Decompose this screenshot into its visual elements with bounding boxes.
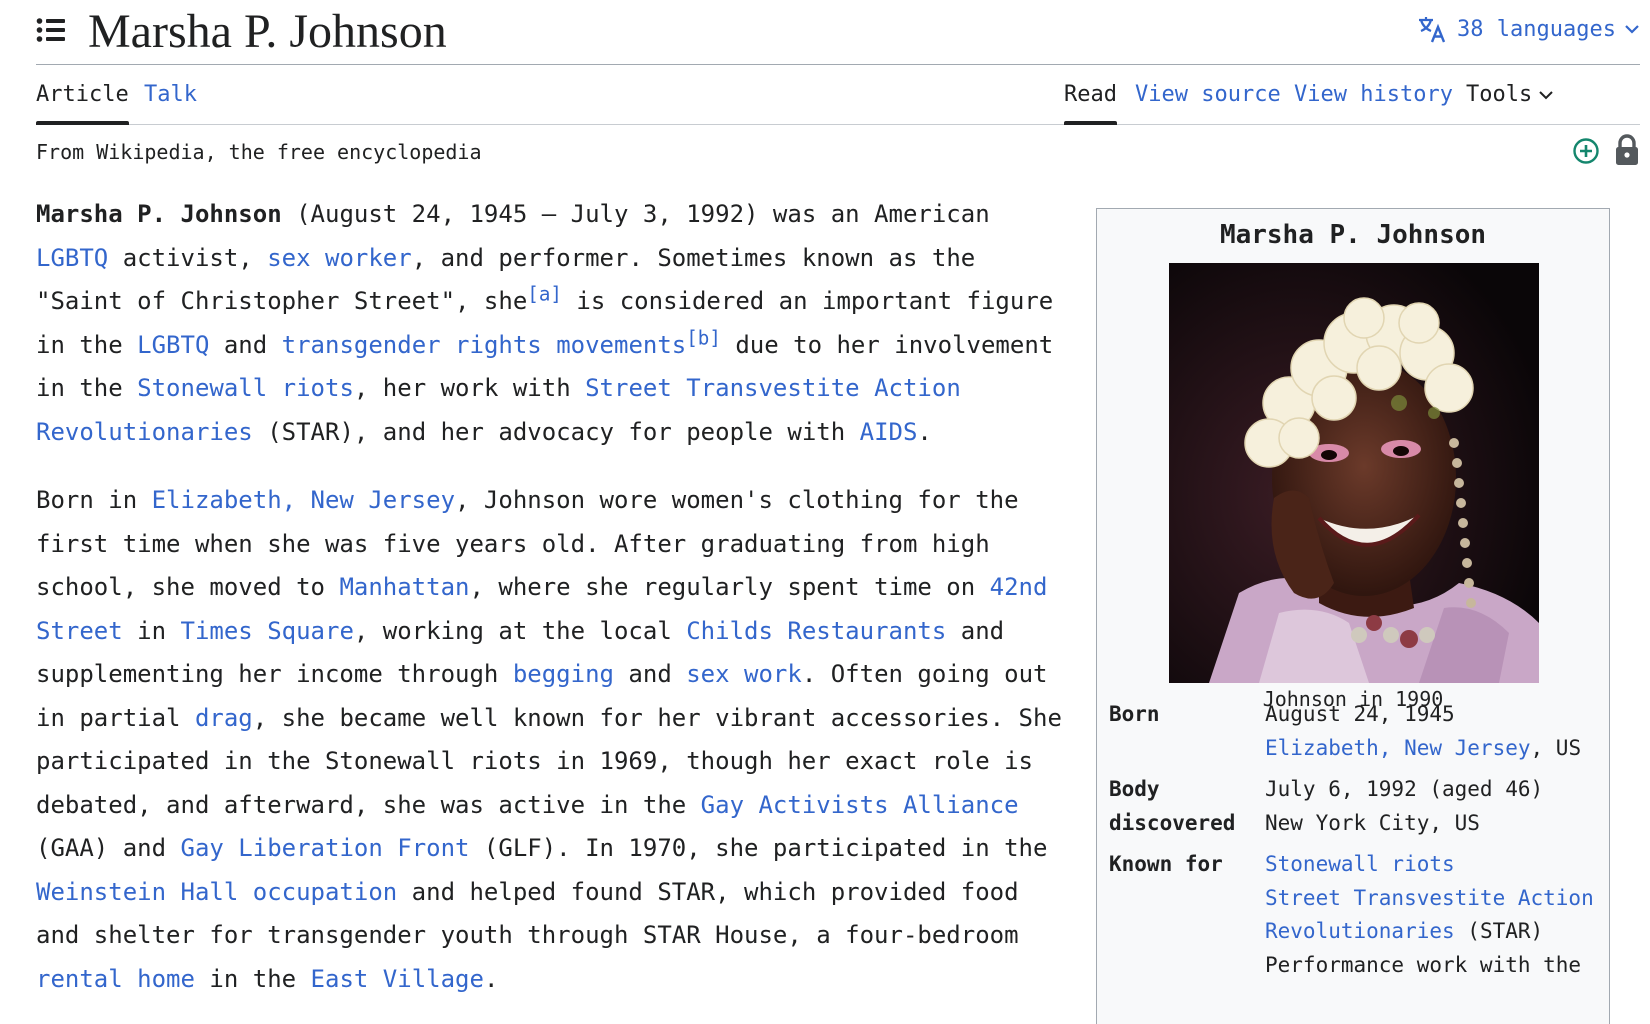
born-label: Born	[1109, 702, 1160, 726]
link-rental-home[interactable]: rental home	[36, 965, 195, 993]
tab-read[interactable]: Read	[1064, 80, 1117, 125]
text-run: .	[917, 417, 932, 446]
plus-circle-icon[interactable]	[1572, 137, 1600, 169]
tools-menu[interactable]: Tools	[1466, 80, 1554, 110]
text-run: .	[483, 964, 499, 993]
born-date: August 24, 1945	[1265, 702, 1455, 726]
tools-label: Tools	[1466, 82, 1533, 107]
link-sex-work[interactable]: sex work	[686, 660, 802, 688]
title-bar: Marsha P. Johnson 38 languages	[36, 0, 1640, 65]
born-place: Elizabeth, New Jersey, US	[1265, 730, 1581, 766]
link-born-place[interactable]: Elizabeth, New Jersey	[1265, 736, 1531, 760]
text-run: (GAA) and	[36, 834, 181, 862]
link-sex-worker[interactable]: sex worker	[267, 244, 412, 272]
tab-view-history[interactable]: View history	[1294, 80, 1453, 110]
tab-view-source[interactable]: View source	[1135, 80, 1281, 110]
link-known-star[interactable]: Street Transvestite Action	[1265, 880, 1594, 916]
born-place-suffix: , US	[1530, 736, 1582, 760]
page-tabs: Article Talk Read View source View histo…	[36, 64, 1640, 125]
page-indicators	[1560, 134, 1650, 170]
body-paragraph: Born in Elizabeth, New Jersey, Johnson w…	[36, 479, 1071, 1001]
body-discovered-date: July 6, 1992 (aged 46)	[1265, 777, 1544, 801]
chevron-down-icon	[1624, 23, 1640, 35]
site-tagline: From Wikipedia, the free encyclopedia	[36, 140, 482, 164]
known-star-suffix: (STAR)	[1454, 919, 1544, 943]
known-for-label: Known for	[1109, 852, 1223, 876]
text-run: , her work with	[353, 374, 586, 402]
known-star-line-2: Revolutionaries (STAR)	[1265, 913, 1543, 949]
article-subject: Marsha P. Johnson	[36, 200, 282, 228]
footnote-a[interactable]: [a]	[527, 282, 562, 305]
link-lgbtq-2[interactable]: LGBTQ	[137, 331, 209, 359]
link-elizabeth-nj[interactable]: Elizabeth, New Jersey	[152, 486, 455, 514]
link-times-square[interactable]: Times Square	[181, 617, 354, 645]
link-known-star-2[interactable]: Revolutionaries	[1265, 919, 1455, 943]
text-run: (August 24, 1945 – July 3, 1992) was an …	[281, 200, 990, 228]
text-run: (GLF). In 1970, she participated in the	[469, 834, 1048, 862]
link-childs-restaurants[interactable]: Childs Restaurants	[686, 617, 946, 645]
article-body: Marsha P. Johnson (August 24, 1945 – Jul…	[36, 193, 1071, 1024]
footnote-b[interactable]: [b]	[686, 326, 721, 349]
link-stonewall-riots[interactable]: Stonewall riots	[137, 374, 354, 402]
text-run: , where she regularly spent time on	[469, 573, 990, 601]
translate-icon	[1417, 15, 1449, 43]
portrait-photo[interactable]	[1169, 263, 1539, 683]
link-transgender-rights[interactable]: transgender rights movements	[282, 331, 687, 359]
body-discovered-place: New York City, US	[1265, 811, 1480, 835]
text-run: (STAR), and her advocacy for people with	[252, 417, 860, 446]
text-run: in	[122, 616, 181, 645]
link-weinstein-hall[interactable]: Weinstein Hall occupation	[36, 878, 397, 906]
link-gay-activists-alliance[interactable]: Gay Activists Alliance	[701, 791, 1019, 819]
languages-label: 38 languages	[1457, 16, 1616, 42]
chevron-down-icon	[1532, 82, 1554, 107]
toc-list-icon[interactable]	[36, 16, 66, 46]
body-discovered-label-1: Body	[1109, 777, 1160, 801]
link-gay-liberation-front[interactable]: Gay Liberation Front	[181, 834, 470, 862]
text-run: activist,	[108, 243, 268, 272]
text-run: and	[613, 660, 687, 688]
language-button[interactable]: 38 languages	[1417, 12, 1640, 46]
link-manhattan[interactable]: Manhattan	[339, 573, 469, 601]
link-lgbtq[interactable]: LGBTQ	[36, 244, 108, 272]
tab-talk[interactable]: Talk	[144, 80, 197, 110]
infobox: Marsha P. Johnson Johnson in 1990 Born A…	[1096, 208, 1610, 1024]
known-performance: Performance work with the	[1265, 953, 1582, 977]
text-run: , working at the local	[353, 616, 687, 645]
link-begging[interactable]: begging	[513, 660, 614, 688]
link-drag[interactable]: drag	[195, 704, 253, 732]
link-known-stonewall[interactable]: Stonewall riots	[1265, 846, 1455, 882]
text-run: and	[209, 330, 282, 359]
link-east-village[interactable]: East Village	[311, 965, 484, 993]
link-aids[interactable]: AIDS	[860, 418, 918, 446]
tab-article[interactable]: Article	[36, 80, 129, 125]
body-discovered-label-2: discovered	[1109, 811, 1236, 835]
text-run: in the	[194, 964, 311, 993]
text-run: Born in	[36, 486, 152, 514]
page-title: Marsha P. Johnson	[88, 5, 447, 58]
lock-icon[interactable]	[1614, 134, 1640, 170]
infobox-title: Marsha P. Johnson	[1219, 220, 1487, 250]
lead-paragraph: Marsha P. Johnson (August 24, 1945 – Jul…	[36, 193, 1071, 454]
